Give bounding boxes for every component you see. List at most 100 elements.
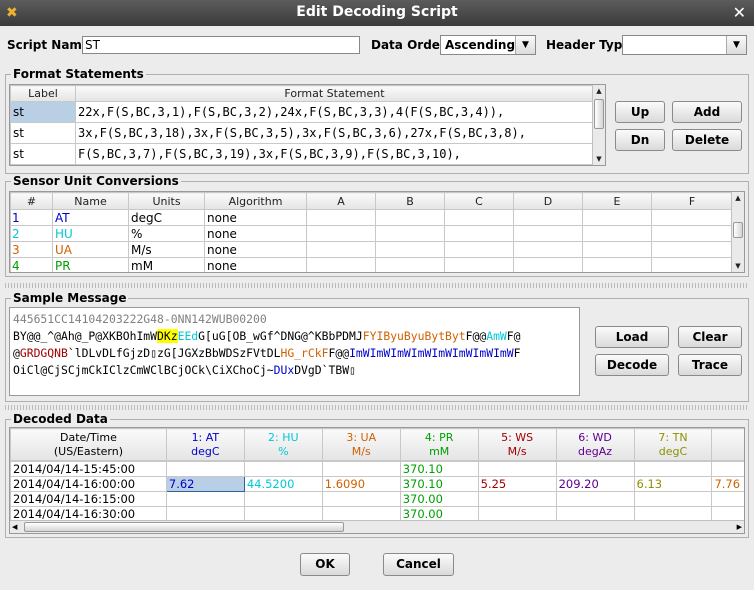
value-cell[interactable] — [477, 491, 557, 507]
table-row[interactable]: 1 AT degC none — [10, 209, 733, 226]
coef-cell[interactable] — [306, 241, 376, 258]
split-divider[interactable] — [5, 283, 749, 288]
decode-button[interactable]: Decode — [595, 354, 669, 376]
sensor-algorithm[interactable]: none — [204, 209, 307, 226]
table-row[interactable]: 4 PR mM none — [10, 257, 733, 272]
sensor-units[interactable]: mM — [128, 257, 205, 272]
value-cell[interactable] — [711, 461, 744, 477]
value-cell[interactable] — [633, 491, 713, 507]
close-icon[interactable]: ✕ — [733, 3, 746, 22]
decoded-column-header[interactable]: 3: UA M/s — [321, 428, 401, 461]
column-header-b[interactable]: B — [375, 192, 445, 210]
coef-cell[interactable] — [582, 209, 652, 226]
scroll-up-icon[interactable]: ▲ — [732, 192, 744, 204]
table-row[interactable]: st F(S,BC,3,7),F(S,BC,3,19),3x,F(S,BC,3,… — [10, 143, 594, 165]
value-cell[interactable] — [555, 491, 635, 507]
clear-button[interactable]: Clear — [678, 326, 742, 348]
sensor-scrollbar[interactable]: ▲ ▼ — [731, 192, 744, 272]
column-header-name[interactable]: Name — [52, 192, 129, 210]
sensor-algorithm[interactable]: none — [204, 225, 307, 242]
value-cell[interactable] — [165, 461, 245, 477]
datetime-cell[interactable]: 2014/04/14-15:45:00 — [10, 461, 167, 477]
coef-cell[interactable] — [513, 225, 583, 242]
scroll-thumb[interactable] — [24, 522, 344, 532]
coef-cell[interactable] — [513, 241, 583, 258]
script-name-input[interactable]: ST — [82, 36, 360, 54]
statement-cell[interactable]: 3x,F(S,BC,3,18),3x,F(S,BC,3,5),3x,F(S,BC… — [75, 122, 594, 144]
decoded-column-header[interactable]: 8:de — [711, 428, 744, 461]
statement-cell[interactable]: 22x,F(S,BC,3,1),F(S,BC,3,2),24x,F(S,BC,3… — [75, 101, 594, 123]
coef-cell[interactable] — [375, 257, 445, 272]
sensor-units[interactable]: M/s — [128, 241, 205, 258]
table-row[interactable]: 2 HU % none — [10, 225, 733, 242]
scroll-down-icon[interactable]: ▼ — [593, 153, 605, 165]
sensor-name[interactable]: HU — [52, 225, 129, 242]
split-divider[interactable] — [5, 405, 749, 410]
coef-cell[interactable] — [513, 257, 583, 272]
scroll-thumb[interactable] — [594, 99, 604, 129]
value-cell[interactable] — [165, 491, 245, 507]
load-button[interactable]: Load — [595, 326, 669, 348]
decoded-column-header[interactable]: 1: AT degC — [165, 428, 245, 461]
value-cell[interactable] — [243, 491, 323, 507]
coef-cell[interactable] — [651, 209, 733, 226]
value-cell[interactable]: 44.5200 — [243, 476, 323, 492]
coef-cell[interactable] — [306, 225, 376, 242]
data-order-select[interactable]: Ascending ▼ — [440, 35, 536, 55]
decoded-column-header[interactable]: 4: PR mM — [399, 428, 479, 461]
delete-button[interactable]: Delete — [672, 129, 742, 151]
sensor-num[interactable]: 3 — [10, 241, 53, 258]
sensor-algorithm[interactable]: none — [204, 241, 307, 258]
label-cell[interactable]: st — [10, 143, 76, 165]
coef-cell[interactable] — [375, 241, 445, 258]
table-row[interactable]: 2014/04/14-16:15:00 370.00 — [10, 491, 744, 507]
value-cell[interactable] — [243, 461, 323, 477]
sensor-units[interactable]: % — [128, 225, 205, 242]
header-type-select[interactable]: ▼ — [622, 35, 747, 55]
ok-button[interactable]: OK — [300, 553, 350, 576]
coef-cell[interactable] — [306, 209, 376, 226]
table-row[interactable]: st 3x,F(S,BC,3,18),3x,F(S,BC,3,5),3x,F(S… — [10, 122, 594, 144]
coef-cell[interactable] — [444, 241, 514, 258]
down-button[interactable]: Dn — [615, 129, 665, 151]
coef-cell[interactable] — [444, 225, 514, 242]
coef-cell[interactable] — [513, 209, 583, 226]
sensor-algorithm[interactable]: none — [204, 257, 307, 272]
sensor-num[interactable]: 2 — [10, 225, 53, 242]
decoded-column-header[interactable]: 5: WS M/s — [477, 428, 557, 461]
coef-cell[interactable] — [375, 225, 445, 242]
column-header-num[interactable]: # — [10, 192, 53, 210]
coef-cell[interactable] — [582, 225, 652, 242]
column-header-label[interactable]: Label — [10, 85, 76, 102]
scroll-left-icon[interactable]: ◀ — [12, 521, 17, 533]
datetime-cell[interactable]: 2014/04/14-16:00:00 — [10, 476, 167, 492]
decoded-hscrollbar[interactable]: ◀ ▶ — [10, 520, 744, 533]
sensor-name[interactable]: PR — [52, 257, 129, 272]
label-cell[interactable]: st — [10, 101, 76, 123]
coef-cell[interactable] — [651, 225, 733, 242]
coef-cell[interactable] — [444, 257, 514, 272]
scroll-down-icon[interactable]: ▼ — [732, 260, 744, 272]
value-cell[interactable]: 209.20 — [555, 476, 635, 492]
value-cell[interactable]: 370.10 — [399, 476, 479, 492]
column-header-units[interactable]: Units — [128, 192, 205, 210]
table-row[interactable]: 2014/04/14-16:00:00 7.62 44.5200 1.6090 370.… — [10, 476, 744, 492]
table-row[interactable]: 2014/04/14-15:45:00 370.10 — [10, 461, 744, 477]
coef-cell[interactable] — [306, 257, 376, 272]
statement-cell[interactable]: F(S,BC,3,7),F(S,BC,3,19),3x,F(S,BC,3,9),… — [75, 143, 594, 165]
decoded-column-header[interactable]: 6: WD degAz — [555, 428, 635, 461]
value-cell[interactable] — [711, 491, 744, 507]
value-cell[interactable]: 7.62 — [165, 476, 245, 492]
sample-message-text[interactable]: 445651CC14104203222G48-0NN142WUB00200 BY… — [9, 307, 580, 396]
sensor-units[interactable]: degC — [128, 209, 205, 226]
value-cell[interactable]: 370.10 — [399, 461, 479, 477]
value-cell[interactable]: 5.25 — [477, 476, 557, 492]
table-row[interactable]: 3 UA M/s none — [10, 241, 733, 258]
value-cell[interactable] — [477, 461, 557, 477]
value-cell[interactable]: 370.00 — [399, 491, 479, 507]
coef-cell[interactable] — [444, 209, 514, 226]
column-header-algorithm[interactable]: Algorithm — [204, 192, 307, 210]
column-header-e[interactable]: E — [582, 192, 652, 210]
add-button[interactable]: Add — [672, 101, 742, 123]
scroll-right-icon[interactable]: ▶ — [737, 521, 742, 533]
